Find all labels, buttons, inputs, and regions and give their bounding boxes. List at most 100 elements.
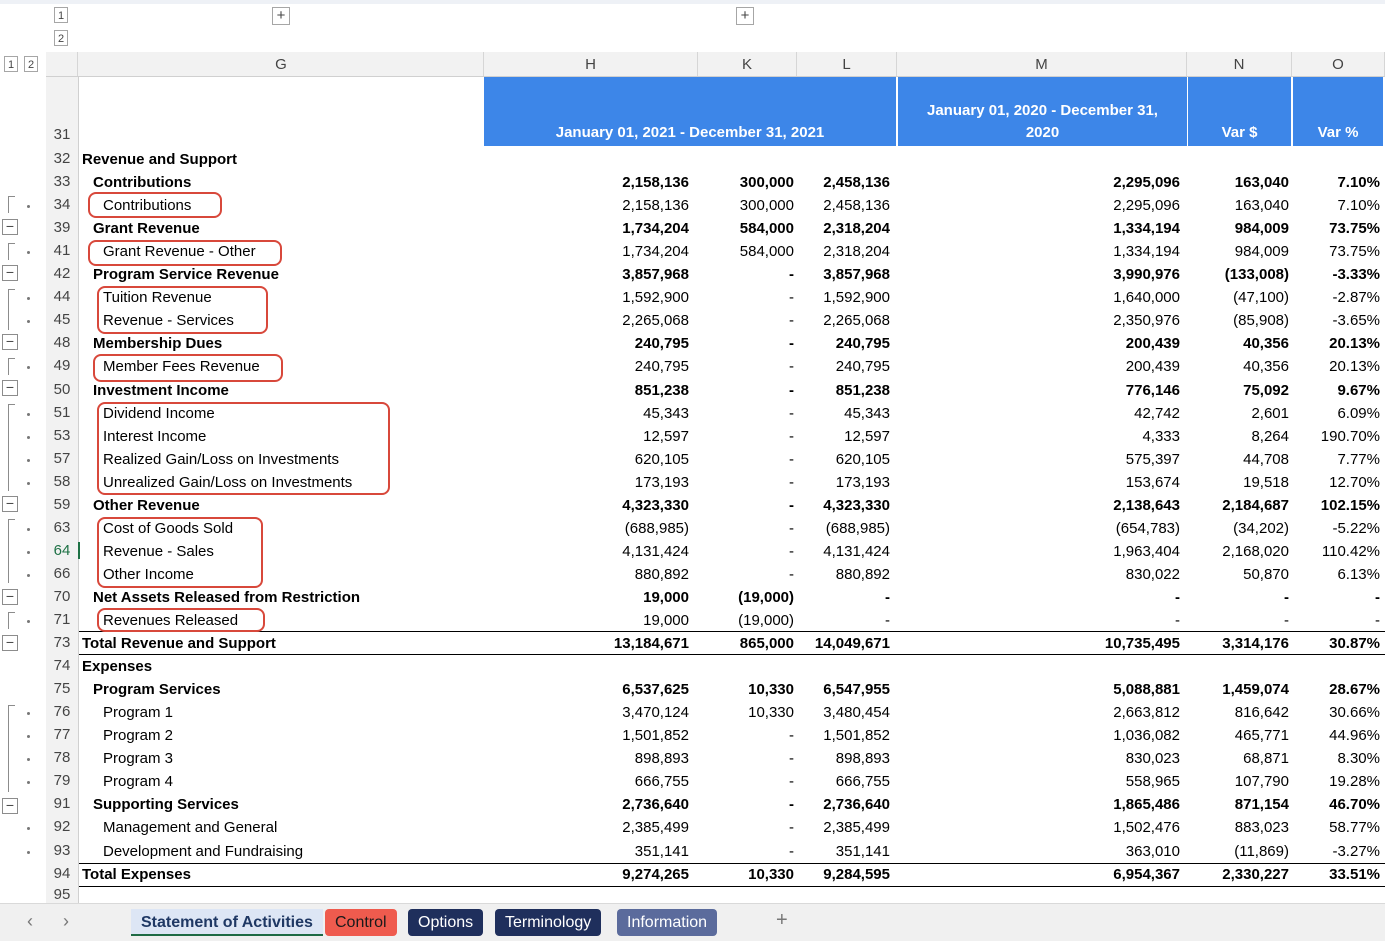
cell-h[interactable]: 1,501,852 bbox=[622, 724, 689, 747]
cell-k[interactable]: - bbox=[789, 332, 794, 355]
cell-o[interactable]: 110.42% bbox=[1322, 540, 1380, 563]
row-number[interactable]: 66 bbox=[46, 565, 78, 582]
cell-n[interactable]: 465,771 bbox=[1235, 724, 1289, 747]
col-outline-level-1[interactable]: 1 bbox=[54, 7, 68, 23]
cell-h[interactable]: 12,597 bbox=[643, 425, 689, 448]
cell-k[interactable]: - bbox=[789, 517, 794, 540]
cell-h[interactable]: 1,734,204 bbox=[622, 217, 689, 240]
cell-h[interactable]: 2,265,068 bbox=[622, 309, 689, 332]
cell-h[interactable]: 620,105 bbox=[635, 448, 689, 471]
row-label[interactable]: Membership Dues bbox=[93, 332, 222, 355]
row-number[interactable]: 75 bbox=[46, 680, 78, 697]
collapse-group-button[interactable]: − bbox=[2, 334, 18, 350]
cell-m[interactable]: 200,439 bbox=[1126, 332, 1180, 355]
cell-k[interactable]: 584,000 bbox=[740, 217, 794, 240]
row-number[interactable]: 64 bbox=[46, 542, 80, 559]
row-number[interactable]: 57 bbox=[46, 450, 78, 467]
row-label[interactable]: Total Revenue and Support bbox=[82, 632, 276, 655]
cell-k[interactable]: - bbox=[789, 563, 794, 586]
cell-m[interactable]: 42,742 bbox=[1134, 402, 1180, 425]
cell-l[interactable]: 4,131,424 bbox=[823, 540, 890, 563]
cell-l[interactable]: 880,892 bbox=[836, 563, 890, 586]
cell-n[interactable]: 871,154 bbox=[1235, 793, 1289, 816]
row-number[interactable]: 94 bbox=[46, 865, 78, 882]
row-label[interactable]: Management and General bbox=[103, 816, 277, 839]
cell-l[interactable]: 9,284,595 bbox=[823, 863, 890, 886]
cell-o[interactable]: 58.77% bbox=[1329, 816, 1380, 839]
cell-o[interactable]: 20.13% bbox=[1329, 332, 1380, 355]
cell-o[interactable]: 33.51% bbox=[1329, 863, 1380, 886]
tab-options[interactable]: Options bbox=[408, 909, 484, 936]
cell-o[interactable]: 73.75% bbox=[1329, 240, 1380, 263]
row-number[interactable]: 79 bbox=[46, 772, 78, 789]
cell-n[interactable]: 3,314,176 bbox=[1222, 632, 1289, 655]
cell-o[interactable]: 102.15% bbox=[1321, 494, 1380, 517]
column-header-g[interactable]: G bbox=[79, 52, 484, 76]
row-number[interactable]: 76 bbox=[46, 703, 78, 720]
row-number[interactable]: 95 bbox=[46, 886, 78, 903]
cell-k[interactable]: - bbox=[789, 540, 794, 563]
cell-n[interactable]: 984,009 bbox=[1235, 217, 1289, 240]
cell-n[interactable]: 2,168,020 bbox=[1222, 540, 1289, 563]
row-number[interactable]: 77 bbox=[46, 726, 78, 743]
cell-h[interactable]: 173,193 bbox=[635, 471, 689, 494]
cell-n[interactable]: 50,870 bbox=[1243, 563, 1289, 586]
cell-n[interactable]: 19,518 bbox=[1243, 471, 1289, 494]
cell-k[interactable]: (19,000) bbox=[738, 586, 794, 609]
cell-l[interactable]: - bbox=[885, 586, 890, 609]
row-number[interactable]: 32 bbox=[46, 150, 78, 167]
cell-o[interactable]: 6.13% bbox=[1337, 563, 1380, 586]
cell-k[interactable]: - bbox=[789, 494, 794, 517]
cell-l[interactable]: 2,318,204 bbox=[823, 240, 890, 263]
row-label[interactable]: Revenue and Support bbox=[82, 148, 237, 171]
cell-l[interactable]: 2,458,136 bbox=[823, 171, 890, 194]
row-label[interactable]: Total Expenses bbox=[82, 863, 191, 886]
cell-k[interactable]: - bbox=[789, 747, 794, 770]
row-label[interactable]: Program 1 bbox=[103, 701, 173, 724]
cell-n[interactable]: (47,100) bbox=[1233, 286, 1289, 309]
cell-h[interactable]: 19,000 bbox=[643, 586, 689, 609]
collapse-group-button[interactable]: − bbox=[2, 589, 18, 605]
row-number[interactable]: 73 bbox=[46, 634, 78, 651]
cell-o[interactable]: -5.22% bbox=[1332, 517, 1380, 540]
cell-m[interactable]: 1,036,082 bbox=[1113, 724, 1180, 747]
cell-o[interactable]: 7.77% bbox=[1337, 448, 1380, 471]
cell-m[interactable]: 1,963,404 bbox=[1113, 540, 1180, 563]
col-outline-level-2[interactable]: 2 bbox=[54, 30, 68, 46]
cell-h[interactable]: 19,000 bbox=[643, 609, 689, 632]
cell-k[interactable]: - bbox=[789, 379, 794, 402]
cell-l[interactable]: 2,385,499 bbox=[823, 816, 890, 839]
next-sheet-arrow-icon[interactable]: › bbox=[63, 911, 69, 932]
cell-k[interactable]: - bbox=[789, 793, 794, 816]
cell-h[interactable]: 851,238 bbox=[635, 379, 689, 402]
row-number[interactable]: 78 bbox=[46, 749, 78, 766]
cell-o[interactable]: 30.66% bbox=[1329, 701, 1380, 724]
cell-m[interactable]: 5,088,881 bbox=[1113, 678, 1180, 701]
row-label[interactable]: Program Services bbox=[93, 678, 221, 701]
cell-m[interactable]: 1,865,486 bbox=[1113, 793, 1180, 816]
cell-m[interactable]: 200,439 bbox=[1126, 355, 1180, 378]
cell-n[interactable]: 40,356 bbox=[1243, 332, 1289, 355]
cell-m[interactable]: 558,965 bbox=[1126, 770, 1180, 793]
cell-h[interactable]: 666,755 bbox=[635, 770, 689, 793]
cell-l[interactable]: 6,547,955 bbox=[823, 678, 890, 701]
add-sheet-icon[interactable]: + bbox=[776, 909, 788, 932]
cell-l[interactable]: 351,141 bbox=[836, 840, 890, 863]
tab-statement-of-activities[interactable]: Statement of Activities bbox=[131, 909, 323, 936]
cell-h[interactable]: 9,274,265 bbox=[622, 863, 689, 886]
cell-n[interactable]: 163,040 bbox=[1235, 171, 1289, 194]
cell-m[interactable]: 776,146 bbox=[1126, 379, 1180, 402]
cell-h[interactable]: 45,343 bbox=[643, 402, 689, 425]
row-label[interactable]: Contributions bbox=[93, 171, 191, 194]
cell-h[interactable]: (688,985) bbox=[625, 517, 689, 540]
cell-l[interactable]: 240,795 bbox=[836, 332, 890, 355]
cell-k[interactable]: 300,000 bbox=[740, 171, 794, 194]
cell-l[interactable]: 1,592,900 bbox=[823, 286, 890, 309]
row-outline-level-1[interactable]: 1 bbox=[4, 56, 18, 72]
cell-k[interactable]: - bbox=[789, 471, 794, 494]
row-number[interactable]: 53 bbox=[46, 427, 78, 444]
cell-o[interactable]: -2.87% bbox=[1332, 286, 1380, 309]
cell-m[interactable]: 2,350,976 bbox=[1113, 309, 1180, 332]
cell-l[interactable]: 2,736,640 bbox=[823, 793, 890, 816]
cell-o[interactable]: -3.33% bbox=[1332, 263, 1380, 286]
